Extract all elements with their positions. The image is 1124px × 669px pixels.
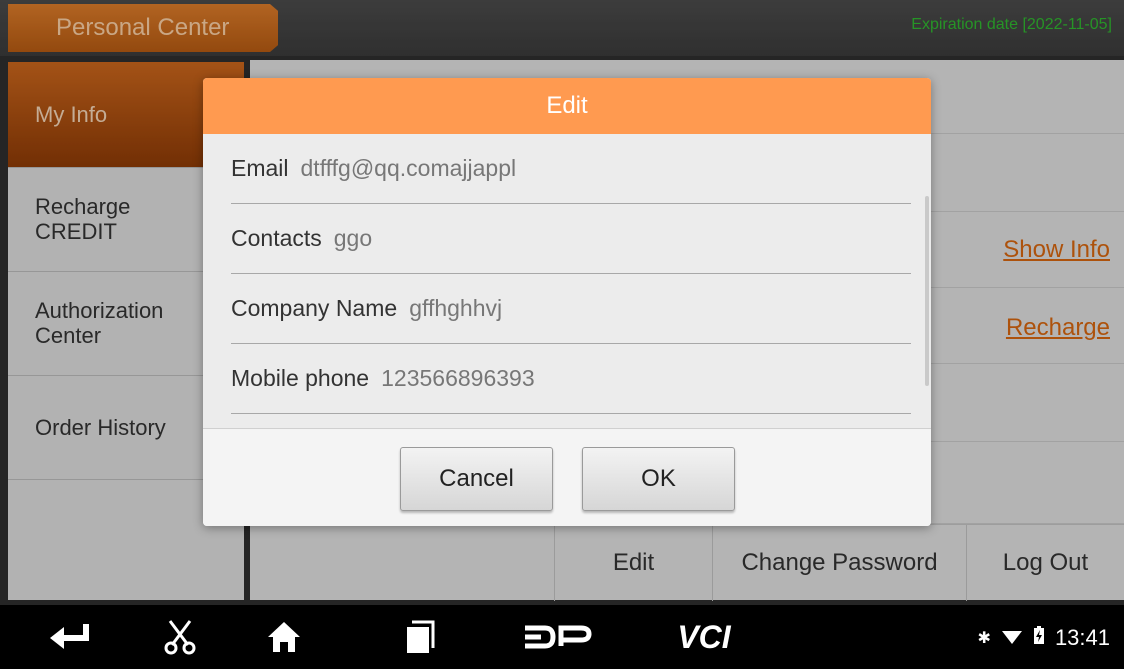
dp-logo-icon[interactable] bbox=[522, 619, 594, 655]
field-value: ggo bbox=[333, 225, 373, 251]
system-nav-bar: VCI ✱ 13:41 bbox=[0, 605, 1124, 669]
field-label: Contacts bbox=[231, 225, 322, 251]
scissors-icon[interactable] bbox=[160, 619, 200, 655]
dialog-scrollbar[interactable] bbox=[925, 196, 929, 386]
status-area: ✱ 13:41 bbox=[978, 625, 1110, 651]
clock: 13:41 bbox=[1054, 625, 1110, 650]
email-field[interactable]: Email dtfffg@qq.comajjappl bbox=[231, 134, 911, 204]
edit-dialog: Edit Email dtfffg@qq.comajjappl Contacts… bbox=[203, 78, 931, 526]
dialog-body: Email dtfffg@qq.comajjappl Contacts ggo … bbox=[203, 134, 931, 428]
mobile-phone-field[interactable]: Mobile phone 123566896393 bbox=[231, 344, 911, 414]
field-value: dtfffg@qq.comajjappl bbox=[300, 155, 517, 181]
dialog-footer: Cancel OK bbox=[203, 428, 931, 526]
field-label: Company Name bbox=[231, 295, 398, 321]
bluetooth-icon: ✱ bbox=[977, 630, 991, 647]
dialog-title: Edit bbox=[203, 78, 931, 134]
company-name-field[interactable]: Company Name gffhghhvj bbox=[231, 274, 911, 344]
back-icon[interactable] bbox=[46, 619, 94, 655]
home-icon[interactable] bbox=[264, 619, 304, 655]
field-label: Email bbox=[231, 155, 289, 181]
field-value: 123566896393 bbox=[381, 365, 535, 391]
field-label: Mobile phone bbox=[231, 365, 370, 391]
cancel-button[interactable]: Cancel bbox=[400, 447, 553, 511]
vci-label[interactable]: VCI bbox=[664, 619, 744, 655]
field-value: gffhghhvj bbox=[409, 295, 503, 321]
contacts-field[interactable]: Contacts ggo bbox=[231, 204, 911, 274]
recent-apps-icon[interactable] bbox=[402, 619, 438, 655]
battery-icon bbox=[1033, 625, 1045, 651]
wifi-icon bbox=[1001, 625, 1023, 651]
ok-button[interactable]: OK bbox=[582, 447, 735, 511]
